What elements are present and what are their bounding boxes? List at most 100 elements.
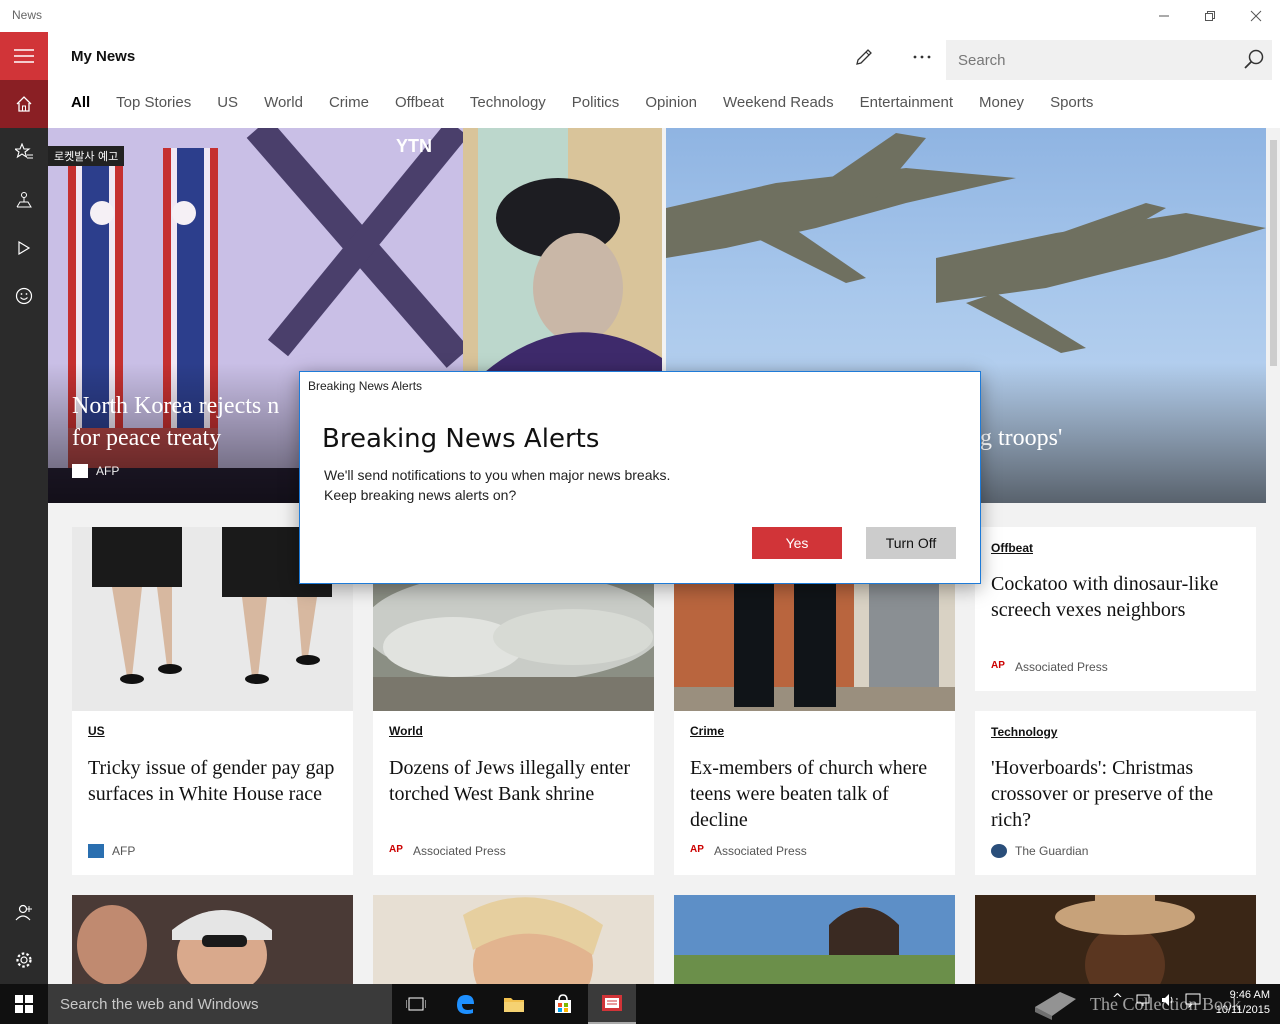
favorites-icon[interactable] xyxy=(0,128,48,176)
story-card-technology[interactable]: Technology 'Hoverboards': Christmas cros… xyxy=(975,711,1256,875)
file-explorer-icon[interactable] xyxy=(490,984,538,1024)
card-category[interactable]: Crime xyxy=(690,724,724,738)
page-header: My News All Top Stories US World Crime O… xyxy=(48,32,1280,128)
search-input[interactable] xyxy=(946,40,1236,80)
local-icon[interactable] xyxy=(0,176,48,224)
story-card-image-row3-3[interactable] xyxy=(674,895,955,984)
video-icon[interactable] xyxy=(0,224,48,272)
home-icon[interactable] xyxy=(0,80,48,128)
store-icon[interactable] xyxy=(539,984,587,1024)
card-headline: Ex-members of church where teens were be… xyxy=(690,757,928,831)
card-category[interactable]: World xyxy=(389,724,423,738)
windows-start-icon[interactable] xyxy=(0,984,48,1024)
yes-button[interactable]: Yes xyxy=(752,527,842,559)
more-options-icon[interactable] xyxy=(902,42,942,72)
category-tabs: All Top Stories US World Crime Offbeat T… xyxy=(71,94,1119,118)
tab-top-stories[interactable]: Top Stories xyxy=(116,94,191,118)
title-bar: News xyxy=(0,0,1280,32)
network-icon[interactable] xyxy=(1135,992,1151,1012)
card-source-name: Associated Press xyxy=(1015,660,1108,674)
dialog-body: We'll send notifications to you when maj… xyxy=(324,465,670,505)
afp-logo-icon xyxy=(72,464,88,478)
system-clock[interactable]: 9:46 AM 10/11/2015 xyxy=(1200,988,1270,1018)
card-headline: 'Hoverboards': Christmas crossover or pr… xyxy=(991,757,1214,831)
dialog-caption: Breaking News Alerts xyxy=(308,379,423,393)
tab-opinion[interactable]: Opinion xyxy=(645,94,697,118)
navigation-sidebar xyxy=(0,32,48,984)
ap-logo-icon: AP xyxy=(389,844,403,855)
card-headline: Tricky issue of gender pay gap surfaces … xyxy=(88,757,335,805)
story-card-offbeat[interactable]: Offbeat Cockatoo with dinosaur-like scre… xyxy=(975,527,1256,691)
breaking-news-dialog: Breaking News Alerts Breaking News Alert… xyxy=(299,371,981,584)
tab-politics[interactable]: Politics xyxy=(572,94,620,118)
hamburger-menu-icon[interactable] xyxy=(0,32,48,80)
scrollbar-thumb[interactable] xyxy=(1270,140,1277,366)
hero-left-source: AFP xyxy=(72,464,119,478)
card-source: The Guardian xyxy=(991,844,1088,858)
card-category[interactable]: US xyxy=(88,724,105,738)
tab-world[interactable]: World xyxy=(264,94,303,118)
close-button[interactable] xyxy=(1233,0,1279,32)
edit-icon[interactable] xyxy=(844,42,884,72)
story-card-image-row3-1[interactable] xyxy=(72,895,353,984)
card-source-name: Associated Press xyxy=(714,844,807,858)
show-hidden-icons-icon[interactable]: ^ xyxy=(1112,992,1123,1007)
settings-icon[interactable] xyxy=(0,936,48,984)
news-app-taskbar-icon[interactable] xyxy=(588,984,636,1024)
tab-all[interactable]: All xyxy=(71,94,90,118)
feedback-icon[interactable] xyxy=(0,272,48,320)
hero-left-title-line1: North Korea rejects n xyxy=(72,393,280,419)
search-icon[interactable] xyxy=(1242,48,1266,72)
card-source: AP Associated Press xyxy=(690,844,807,858)
page-title: My News xyxy=(71,48,136,65)
card-source-name: Associated Press xyxy=(413,844,506,858)
card-category[interactable]: Technology xyxy=(991,725,1057,739)
card-source-name: AFP xyxy=(112,844,136,858)
book-watermark-icon xyxy=(1035,992,1076,1020)
app-name: News xyxy=(12,8,43,22)
edge-browser-icon[interactable] xyxy=(441,984,489,1024)
taskbar: The Collection Book ^ 9:46 AM 10/11/2015 xyxy=(0,984,1280,1024)
restore-button[interactable] xyxy=(1187,0,1233,32)
tab-money[interactable]: Money xyxy=(979,94,1024,118)
hero-left-title: North Korea rejects n for peace treaty xyxy=(72,390,279,454)
hero-right-title: g troops' xyxy=(980,425,1063,451)
account-icon[interactable] xyxy=(0,888,48,936)
tab-technology[interactable]: Technology xyxy=(470,94,546,118)
ap-logo-icon: AP xyxy=(690,844,704,855)
card-headline: Cockatoo with dinosaur-like screech vexe… xyxy=(991,573,1219,621)
dialog-line-1: We'll send notifications to you when maj… xyxy=(324,467,671,483)
broadcaster-logo: YTN xyxy=(396,136,432,156)
task-view-icon[interactable] xyxy=(392,984,440,1024)
clock-date: 10/11/2015 xyxy=(1215,1004,1270,1016)
guardian-logo-icon xyxy=(991,844,1007,858)
story-card-image-row3-4[interactable] xyxy=(975,895,1256,984)
vertical-scrollbar[interactable] xyxy=(1267,128,1280,984)
afp-logo-icon xyxy=(88,844,104,858)
volume-icon[interactable] xyxy=(1160,992,1176,1012)
tab-crime[interactable]: Crime xyxy=(329,94,369,118)
story-card-image-row3-2[interactable] xyxy=(373,895,654,984)
tab-offbeat[interactable]: Offbeat xyxy=(395,94,444,118)
dialog-line-2: Keep breaking news alerts on? xyxy=(324,487,517,503)
taskbar-search xyxy=(48,984,392,1024)
tab-weekend-reads[interactable]: Weekend Reads xyxy=(723,94,834,118)
hero-left-source-name: AFP xyxy=(96,464,120,478)
ap-logo-icon: AP xyxy=(991,660,1005,671)
turn-off-button[interactable]: Turn Off xyxy=(866,527,956,559)
card-source: AP Associated Press xyxy=(389,844,506,858)
taskbar-search-input[interactable] xyxy=(48,984,392,1024)
tv-banner: 로켓발사 예고 xyxy=(48,146,125,166)
tab-us[interactable]: US xyxy=(217,94,238,118)
card-headline: Dozens of Jews illegally enter torched W… xyxy=(389,757,631,805)
tab-sports[interactable]: Sports xyxy=(1050,94,1093,118)
action-center-icon[interactable] xyxy=(1185,992,1201,1012)
card-category[interactable]: Offbeat xyxy=(991,541,1033,555)
dialog-title: Breaking News Alerts xyxy=(322,424,600,454)
minimize-button[interactable] xyxy=(1141,0,1187,32)
search-box xyxy=(946,40,1272,80)
card-source: AFP xyxy=(88,844,135,858)
hero-left-title-line2: for peace treaty xyxy=(72,425,222,451)
card-source-name: The Guardian xyxy=(1015,844,1089,858)
tab-entertainment[interactable]: Entertainment xyxy=(860,94,953,118)
